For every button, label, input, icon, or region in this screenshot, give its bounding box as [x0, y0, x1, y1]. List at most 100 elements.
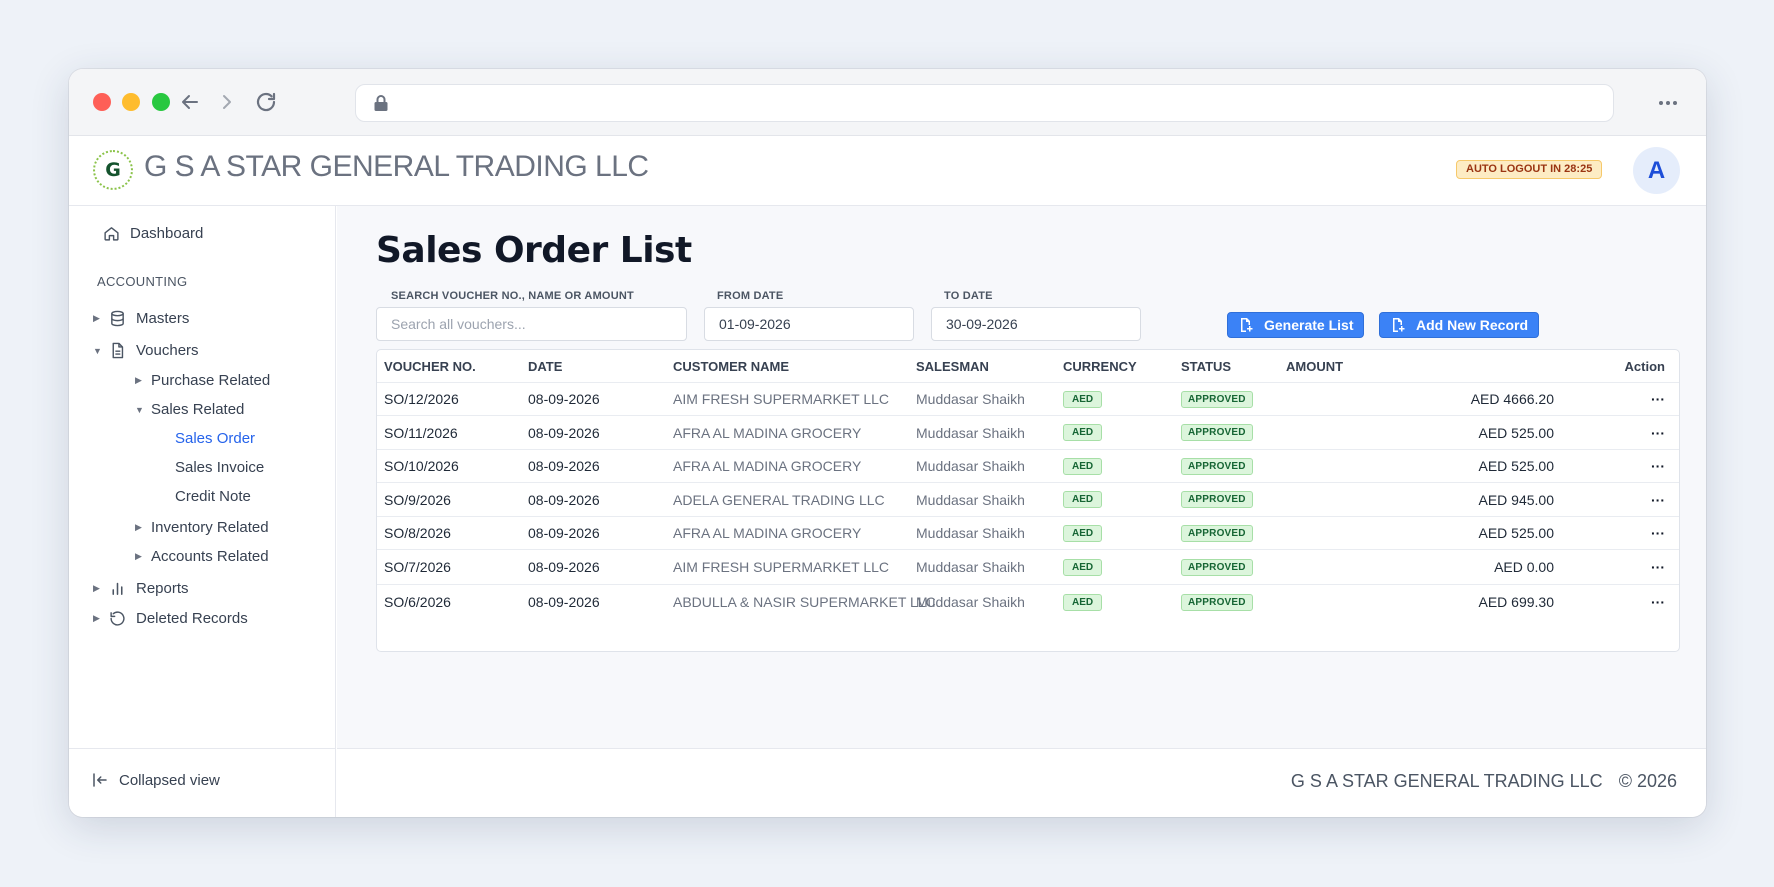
currency: AED: [1063, 585, 1103, 619]
currency-badge: AED: [1063, 424, 1103, 441]
search-input[interactable]: [376, 307, 687, 341]
sidebar-item-vouchers[interactable]: ▼ Vouchers: [93, 342, 199, 359]
currency-badge: AED: [1063, 457, 1103, 475]
page-title: Sales Order List: [376, 230, 692, 271]
auto-logout-badge: AUTO LOGOUT IN 28:25: [1456, 160, 1603, 179]
sidebar-item-credit-note[interactable]: Credit Note: [175, 488, 251, 505]
back-button[interactable]: [177, 89, 203, 115]
col-header-status[interactable]: STATUS: [1181, 350, 1231, 382]
action-menu-button[interactable]: ···: [1651, 585, 1665, 619]
generate-list-button[interactable]: Generate List: [1227, 312, 1365, 338]
collapsed-view-label: Collapsed view: [119, 771, 220, 789]
user-avatar[interactable]: A: [1633, 147, 1680, 194]
voucher-cell: SO/10/2026: [384, 458, 459, 474]
page-footer: G S A STAR GENERAL TRADING LLC © 2026: [337, 748, 1706, 817]
salesman-cell: Muddasar Shaikh: [916, 594, 1025, 610]
sidebar-item-dashboard[interactable]: Dashboard: [103, 225, 203, 242]
table-row[interactable]: SO/8/2026 08-09-2026 AFRA AL MADINA GROCER…: [377, 517, 1679, 550]
maximize-window-button[interactable]: [152, 93, 170, 111]
minimize-window-button[interactable]: [122, 93, 140, 111]
col-header-salesman[interactable]: SALESMAN: [916, 350, 989, 382]
currency: AED: [1063, 483, 1103, 516]
table-row[interactable]: SO/6/2026 08-09-2026 ABDULLA & NASIR SUPER…: [377, 585, 1679, 619]
sidebar-item-accounts-related[interactable]: ▶ Accounts Related: [135, 548, 269, 565]
sidebar-item-reports[interactable]: ▶ Reports: [93, 580, 189, 597]
salesman-cell: Muddasar Shaikh: [916, 391, 1025, 407]
company-logo: G: [93, 150, 133, 190]
currency-badge: AED: [1063, 558, 1103, 576]
main-content: Sales Order List SEARCH VOUCHER NO., NAM…: [337, 206, 1706, 748]
customer-cell: ABDULLA & NASIR SUPERMARKET LLC: [673, 594, 936, 610]
table-header-row: VOUCHER NO. DATE CUSTOMER NAME SALESMAN …: [377, 350, 1679, 383]
database-icon: [111, 310, 124, 327]
date-cell: 08-09-2026: [528, 491, 600, 508]
table-row[interactable]: SO/9/2026 08-09-2026 ADELA GENERAL TRADING…: [377, 483, 1679, 517]
currency-badge: AED: [1063, 491, 1103, 508]
action-menu-button[interactable]: ···: [1651, 450, 1665, 482]
close-window-button[interactable]: [93, 93, 111, 111]
sidebar-section-accounting: ACCOUNTING: [97, 274, 188, 289]
search-label: SEARCH VOUCHER NO., NAME OR AMOUNT: [391, 290, 634, 302]
table-row[interactable]: SO/12/2026 08-09-2026 AIM FRESH SUPERMARKE…: [377, 383, 1679, 416]
sidebar-item-purchase-related[interactable]: ▶ Purchase Related: [135, 372, 270, 389]
date-cell: 08-09-2026: [528, 559, 600, 575]
date-cell: 08-09-2026: [528, 594, 600, 610]
voucher-cell: SO/6/2026: [384, 594, 451, 610]
customer-cell: AFRA AL MADINA GROCERY: [673, 424, 862, 441]
action-menu-button[interactable]: ···: [1651, 483, 1665, 516]
add-new-record-button[interactable]: Add New Record: [1379, 312, 1540, 338]
to-date-input[interactable]: 30-09-2026: [931, 307, 1141, 341]
more-dots-icon[interactable]: [1656, 91, 1680, 115]
history-icon: [110, 611, 125, 626]
col-header-currency[interactable]: CURRENCY: [1063, 350, 1137, 382]
voucher-cell: SO/12/2026: [384, 391, 459, 407]
reload-icon: [256, 92, 276, 112]
sidebar-item-deleted-records[interactable]: ▶ Deleted Records: [93, 610, 248, 627]
from-date-input[interactable]: 01-09-2026: [704, 307, 914, 341]
forward-button[interactable]: [214, 89, 240, 115]
date-cell: 08-09-2026: [528, 458, 600, 474]
reload-button[interactable]: [253, 89, 279, 115]
col-header-date[interactable]: DATE: [528, 350, 562, 382]
voucher-cell: SO/9/2026: [384, 491, 451, 508]
col-header-voucher[interactable]: VOUCHER NO.: [384, 350, 476, 382]
currency-badge: AED: [1063, 524, 1103, 542]
sidebar-item-sales-invoice[interactable]: Sales Invoice: [175, 459, 264, 476]
sidebar-item-sales-order[interactable]: Sales Order: [175, 430, 255, 447]
status-badge: APPROVED: [1181, 491, 1253, 508]
date-cell: 08-09-2026: [528, 424, 600, 441]
collapsed-view-button[interactable]: Collapsed view: [91, 771, 220, 789]
footer-text: G S A STAR GENERAL TRADING LLC © 2026: [1291, 771, 1677, 792]
action-menu-button[interactable]: ···: [1651, 416, 1665, 449]
table-row[interactable]: SO/10/2026 08-09-2026 AFRA AL MADINA GROCE…: [377, 450, 1679, 483]
document-icon: [112, 342, 124, 359]
action-menu-button[interactable]: ···: [1651, 383, 1665, 415]
caret-right-icon: ▶: [93, 313, 100, 323]
salesman-cell: Muddasar Shaikh: [916, 424, 1025, 441]
sidebar-item-masters[interactable]: ▶ Masters: [93, 310, 189, 327]
status-badge: APPROVED: [1181, 558, 1253, 576]
table-row[interactable]: SO/11/2026 08-09-2026 AFRA AL MADINA GROCE…: [377, 416, 1679, 450]
col-header-customer[interactable]: CUSTOMER NAME: [673, 350, 789, 382]
table-row[interactable]: SO/7/2026 08-09-2026 AIM FRESH SUPERMARKET…: [377, 550, 1679, 585]
sidebar-item-sales-related[interactable]: ▼ Sales Related: [135, 401, 244, 418]
sidebar-label-masters: Masters: [136, 310, 190, 327]
address-bar[interactable]: [355, 84, 1614, 122]
customer-cell: AFRA AL MADINA GROCERY: [673, 458, 862, 474]
status: APPROVED: [1181, 450, 1253, 482]
caret-right-icon: ▶: [135, 375, 142, 385]
amount-cell: AED 945.00: [1478, 491, 1555, 508]
amount-cell: AED 525.00: [1478, 525, 1555, 541]
browser-window: G G S A STAR GENERAL TRADING LLC AUTO LO…: [69, 69, 1706, 817]
amount-cell: AED 0.00: [1494, 559, 1554, 575]
sidebar-label-sales-related: Sales Related: [151, 401, 245, 418]
status-badge: APPROVED: [1181, 390, 1253, 408]
col-header-amount[interactable]: AMOUNT: [1286, 350, 1343, 382]
sidebar: Dashboard ACCOUNTING ▶ Masters ▼ Voucher…: [69, 206, 336, 817]
sidebar-item-inventory-related[interactable]: ▶ Inventory Related: [135, 519, 269, 536]
salesman-cell: Muddasar Shaikh: [916, 458, 1025, 474]
action-menu-button[interactable]: ···: [1651, 550, 1665, 584]
caret-right-icon: ▶: [93, 613, 100, 623]
action-menu-button[interactable]: ···: [1651, 517, 1665, 549]
generate-list-label: Generate List: [1264, 317, 1354, 333]
